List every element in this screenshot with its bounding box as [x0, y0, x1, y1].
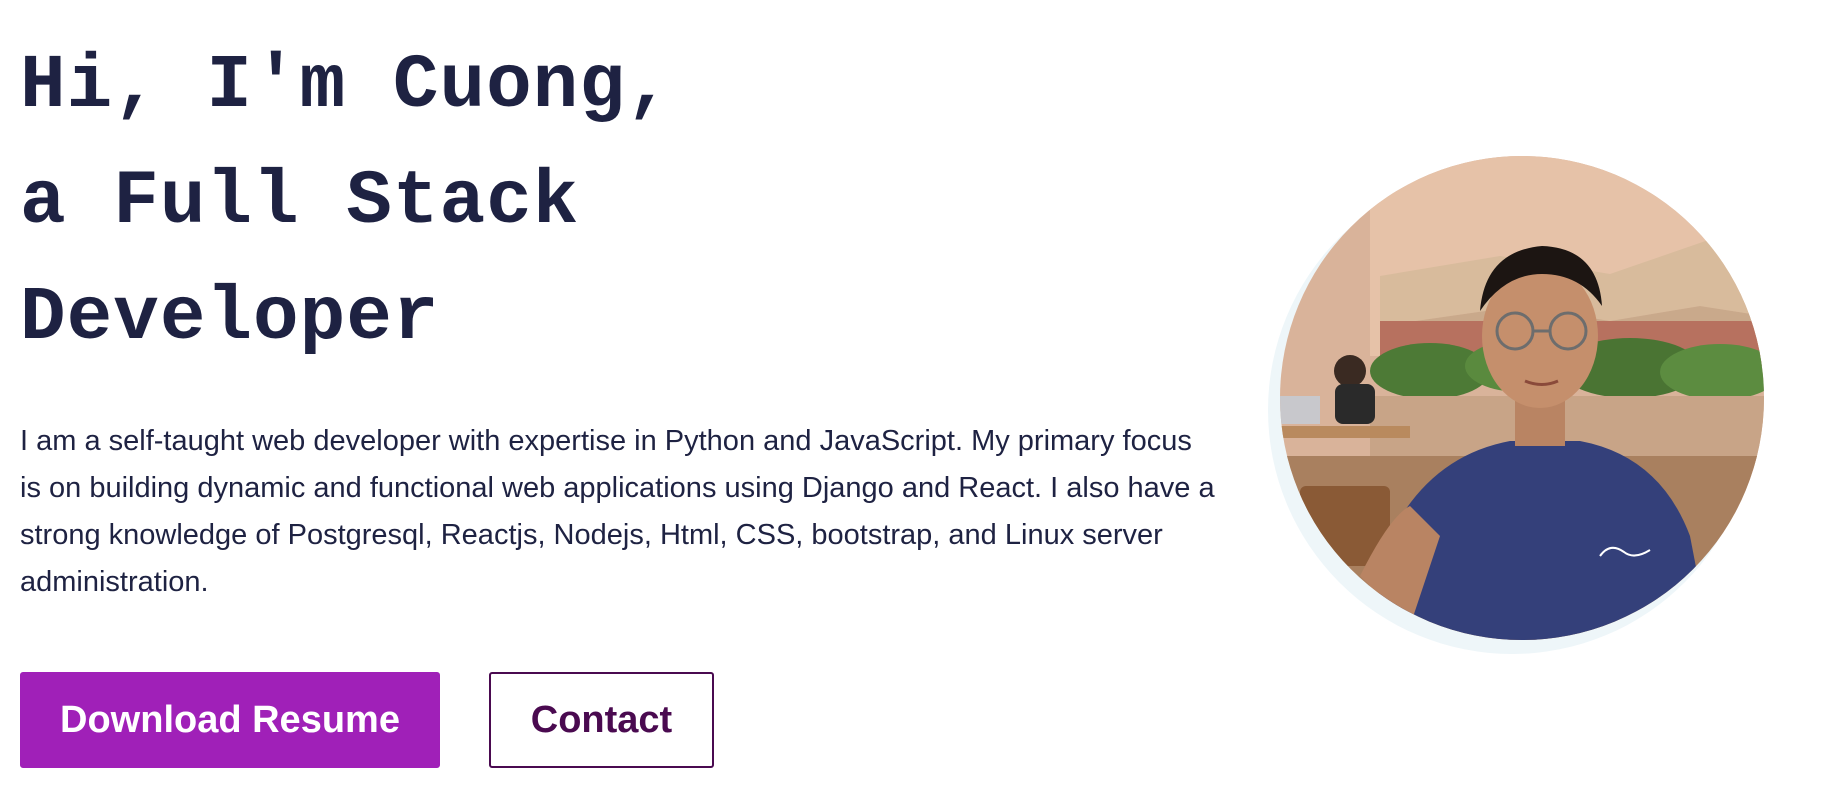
download-resume-button[interactable]: Download Resume	[20, 672, 440, 768]
hero-section: Hi, I'm Cuong, a Full Stack Developer I …	[0, 0, 1832, 808]
contact-button[interactable]: Contact	[489, 672, 714, 768]
avatar	[1280, 156, 1764, 640]
hero-heading: Hi, I'm Cuong, a Full Stack Developer	[20, 28, 920, 376]
intro-paragraph: I am a self-taught web developer with ex…	[20, 425, 1215, 598]
profile-photo-illustration	[1280, 156, 1764, 640]
heading-line-1: Hi, I'm Cuong,	[20, 43, 673, 129]
profile-photo	[1268, 156, 1768, 666]
heading-line-2: a Full Stack	[20, 159, 580, 245]
heading-line-3: Developer	[20, 275, 440, 361]
